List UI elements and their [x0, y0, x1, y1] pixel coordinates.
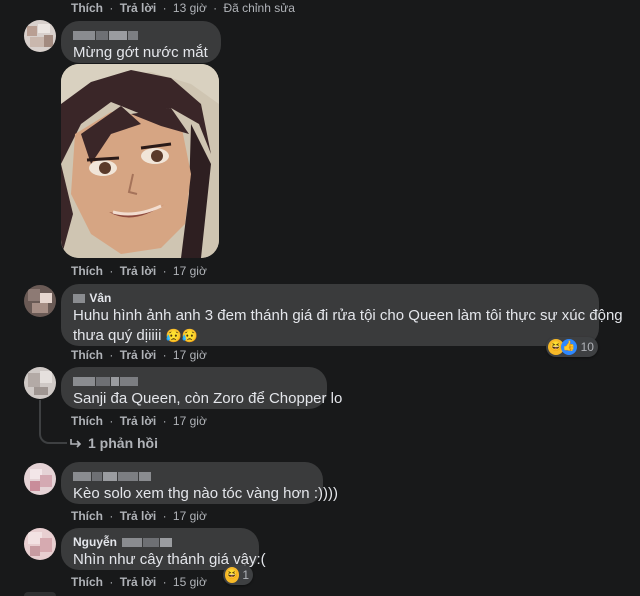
reply-link[interactable]: Trả lời — [120, 509, 157, 523]
avatar[interactable] — [24, 367, 56, 399]
comment-time[interactable]: 15 giờ — [173, 575, 207, 589]
comment-3-actions: Thích · Trả lời · 17 giờ — [71, 414, 207, 428]
reaction-count: 10 — [580, 340, 594, 354]
separator: · — [162, 264, 167, 278]
like-link[interactable]: Thích — [71, 1, 103, 15]
like-link[interactable]: Thích — [71, 509, 103, 523]
separator: · — [162, 414, 167, 428]
comment-bubble: Kèo solo xem thg nào tóc vàng hơn :)))) — [61, 462, 338, 504]
avatar[interactable] — [24, 528, 56, 560]
commenter-name[interactable] — [73, 28, 209, 43]
separator: · — [162, 575, 167, 589]
haha-reaction-icon: 😆 — [225, 567, 240, 583]
reply-link[interactable]: Trả lời — [120, 348, 157, 362]
separator: · — [162, 509, 167, 523]
commenter-name[interactable]: Vân — [73, 291, 587, 306]
comment-time[interactable]: 17 giờ — [173, 414, 207, 428]
separator: · — [109, 264, 114, 278]
separator: · — [109, 1, 114, 15]
comment-bubble: Nguyễn Nhìn như cây thánh giá vậy:( — [61, 528, 266, 570]
comment-time[interactable]: 17 giờ — [173, 264, 207, 278]
commenter-name[interactable]: Nguyễn — [73, 535, 247, 550]
commenter-name[interactable] — [73, 374, 315, 389]
reply-thread-line — [39, 400, 67, 444]
comment-bubble: Vân Huhu hình ảnh anh 3 đem thánh giá đi… — [61, 284, 623, 346]
comment-text-line-2: thưa quý dịiiii 😥😥 — [73, 327, 198, 344]
comment-photo[interactable] — [61, 64, 219, 258]
comment-4-actions: Thích · Trả lời · 17 giờ — [71, 509, 207, 523]
reply-link[interactable]: Trả lời — [120, 414, 157, 428]
comment-text: Mừng gớt nước mắt — [73, 44, 208, 61]
view-replies-link[interactable]: 1 phản hồi — [70, 435, 158, 451]
separator: · — [109, 575, 114, 589]
comment-text: Nhìn như cây thánh giá vậy:( — [73, 551, 266, 568]
separator: · — [109, 509, 114, 523]
reaction-count: 1 — [242, 568, 249, 582]
like-link[interactable]: Thích — [71, 575, 103, 589]
anime-face-image — [61, 64, 219, 258]
comment-time[interactable]: 13 giờ — [173, 1, 207, 15]
reply-link[interactable]: Trả lời — [120, 575, 157, 589]
separator: · — [109, 414, 114, 428]
comment-2-actions: Thích · Trả lời · 17 giờ — [71, 348, 207, 362]
avatar[interactable] — [24, 592, 56, 596]
avatar[interactable] — [24, 20, 56, 52]
commenter-name[interactable] — [73, 469, 311, 484]
comment-text: Kèo solo xem thg nào tóc vàng hơn :)))) — [73, 485, 338, 502]
reply-link[interactable]: Trả lời — [120, 264, 157, 278]
separator: · — [162, 348, 167, 362]
like-link[interactable]: Thích — [71, 264, 103, 278]
separator: · — [213, 1, 218, 15]
reply-link[interactable]: Trả lời — [120, 1, 157, 15]
comment-bubble: Mừng gớt nước mắt — [61, 21, 221, 63]
comment-time[interactable]: 17 giờ — [173, 348, 207, 362]
reaction-summary[interactable]: 😆 1 — [223, 565, 253, 585]
reaction-summary[interactable]: 😆 👍 10 — [546, 337, 598, 357]
comment-1-actions: Thích · Trả lời · 17 giờ — [71, 264, 207, 278]
comment-bubble: Sanji đa Queen, còn Zoro để Chopper lo — [61, 367, 343, 409]
avatar[interactable] — [24, 463, 56, 495]
like-reaction-icon: 👍 — [560, 339, 577, 355]
comment-text: Sanji đa Queen, còn Zoro để Chopper lo — [73, 390, 343, 407]
separator: · — [109, 348, 114, 362]
comment-text-line-1: Huhu hình ảnh anh 3 đem thánh giá đi rửa… — [73, 307, 623, 324]
reply-arrow-icon — [70, 435, 82, 451]
like-link[interactable]: Thích — [71, 348, 103, 362]
comment-time[interactable]: 17 giờ — [173, 509, 207, 523]
comment-0-actions: Thích · Trả lời · 13 giờ · Đã chỉnh sửa — [71, 1, 295, 15]
edited-label: Đã chỉnh sửa — [223, 1, 295, 15]
like-link[interactable]: Thích — [71, 414, 103, 428]
separator: · — [162, 1, 167, 15]
sad-emoji: 😥😥 — [165, 328, 198, 343]
comment-5-actions: Thích · Trả lời · 15 giờ — [71, 575, 207, 589]
avatar[interactable] — [24, 285, 56, 317]
